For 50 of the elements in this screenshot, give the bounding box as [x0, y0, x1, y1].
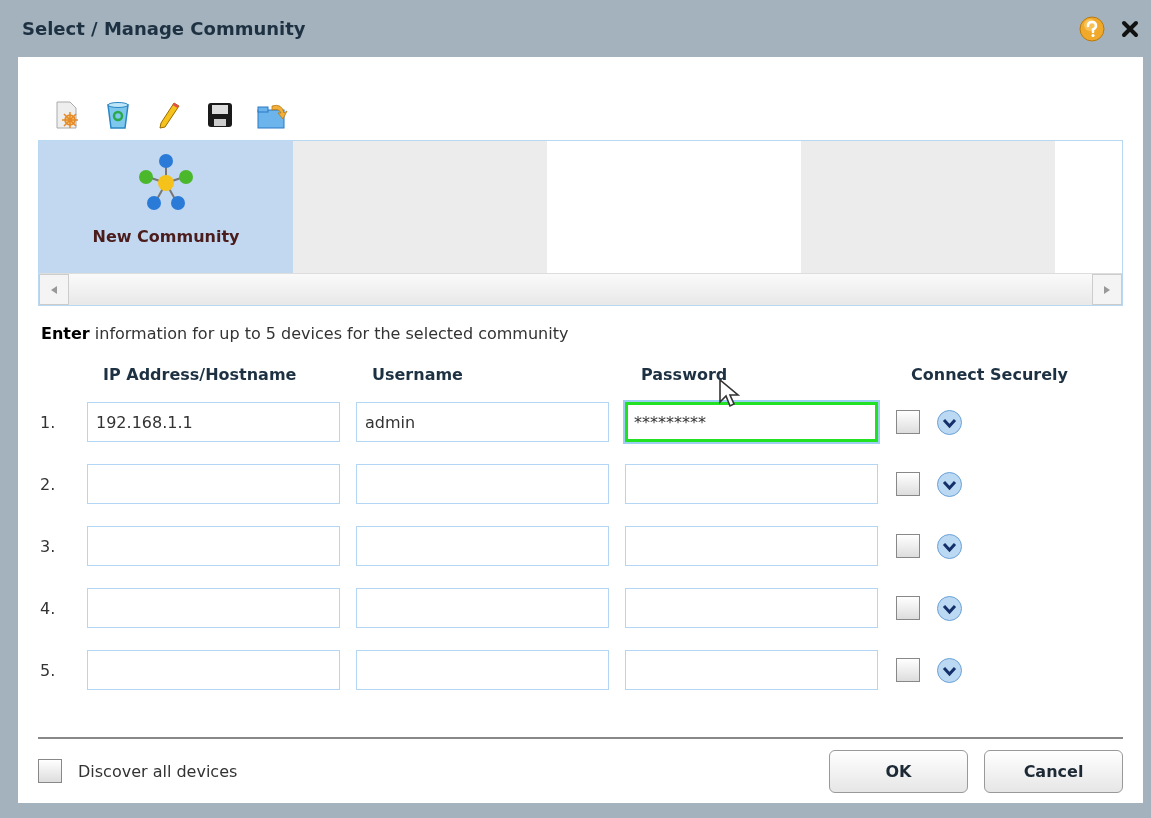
dialog-button[interactable]: OK — [829, 749, 968, 793]
checkbox[interactable] — [38, 759, 62, 783]
column-header: IP Address/Hostname — [102, 365, 298, 384]
column-header: Connect Securely — [910, 365, 1069, 384]
dropdown-icon[interactable] — [936, 470, 963, 498]
checkbox[interactable] — [896, 472, 920, 496]
left-arrow-icon — [51, 285, 57, 294]
dialog-button[interactable]: Cancel — [984, 749, 1123, 793]
row-number: 4. — [39, 598, 57, 618]
scroll-left-button[interactable] — [39, 274, 69, 305]
dropdown-icon[interactable] — [936, 408, 963, 436]
column-header: Password — [640, 365, 729, 384]
window-title: Select / Manage Community — [22, 18, 306, 39]
help-icon[interactable] — [1079, 15, 1105, 42]
text-field[interactable] — [625, 464, 878, 504]
dropdown-icon[interactable] — [936, 656, 963, 684]
right-arrow-icon — [1104, 285, 1110, 294]
text-field[interactable] — [356, 464, 609, 504]
text-field[interactable] — [625, 526, 878, 566]
horizontal-scrollbar[interactable] — [39, 273, 1122, 305]
text-field[interactable]: ********* — [625, 402, 878, 442]
column-header: Username — [371, 365, 464, 384]
row-number: 5. — [39, 660, 57, 680]
text-field[interactable] — [87, 464, 340, 504]
checkbox[interactable] — [896, 534, 920, 558]
text-field[interactable] — [356, 588, 609, 628]
instruction-text: Enter information for up to 5 devices for the selected community — [41, 324, 570, 343]
row-number: 3. — [39, 536, 57, 556]
scroll-right-button[interactable] — [1092, 274, 1122, 305]
text-field[interactable] — [87, 526, 340, 566]
community-tile[interactable]: New Community — [39, 141, 293, 273]
checkbox-label: Discover all devices — [78, 761, 238, 781]
dropdown-icon[interactable] — [936, 594, 963, 622]
save-icon[interactable] — [205, 100, 235, 130]
text-field[interactable]: 192.168.1.1 — [87, 402, 340, 442]
text-field[interactable]: admin — [356, 402, 609, 442]
text-field[interactable] — [87, 588, 340, 628]
close-icon[interactable] — [1121, 19, 1139, 38]
checkbox[interactable] — [896, 410, 920, 434]
text-field[interactable] — [356, 526, 609, 566]
text-field[interactable] — [625, 588, 878, 628]
dropdown-icon[interactable] — [936, 532, 963, 560]
row-number: 1. — [39, 412, 57, 432]
text-field[interactable] — [356, 650, 609, 690]
row-number: 2. — [39, 474, 57, 494]
tile-label: New Community — [92, 227, 240, 246]
checkbox[interactable] — [896, 658, 920, 682]
checkbox[interactable] — [896, 596, 920, 620]
text-field[interactable] — [87, 650, 340, 690]
text-field[interactable] — [625, 650, 878, 690]
